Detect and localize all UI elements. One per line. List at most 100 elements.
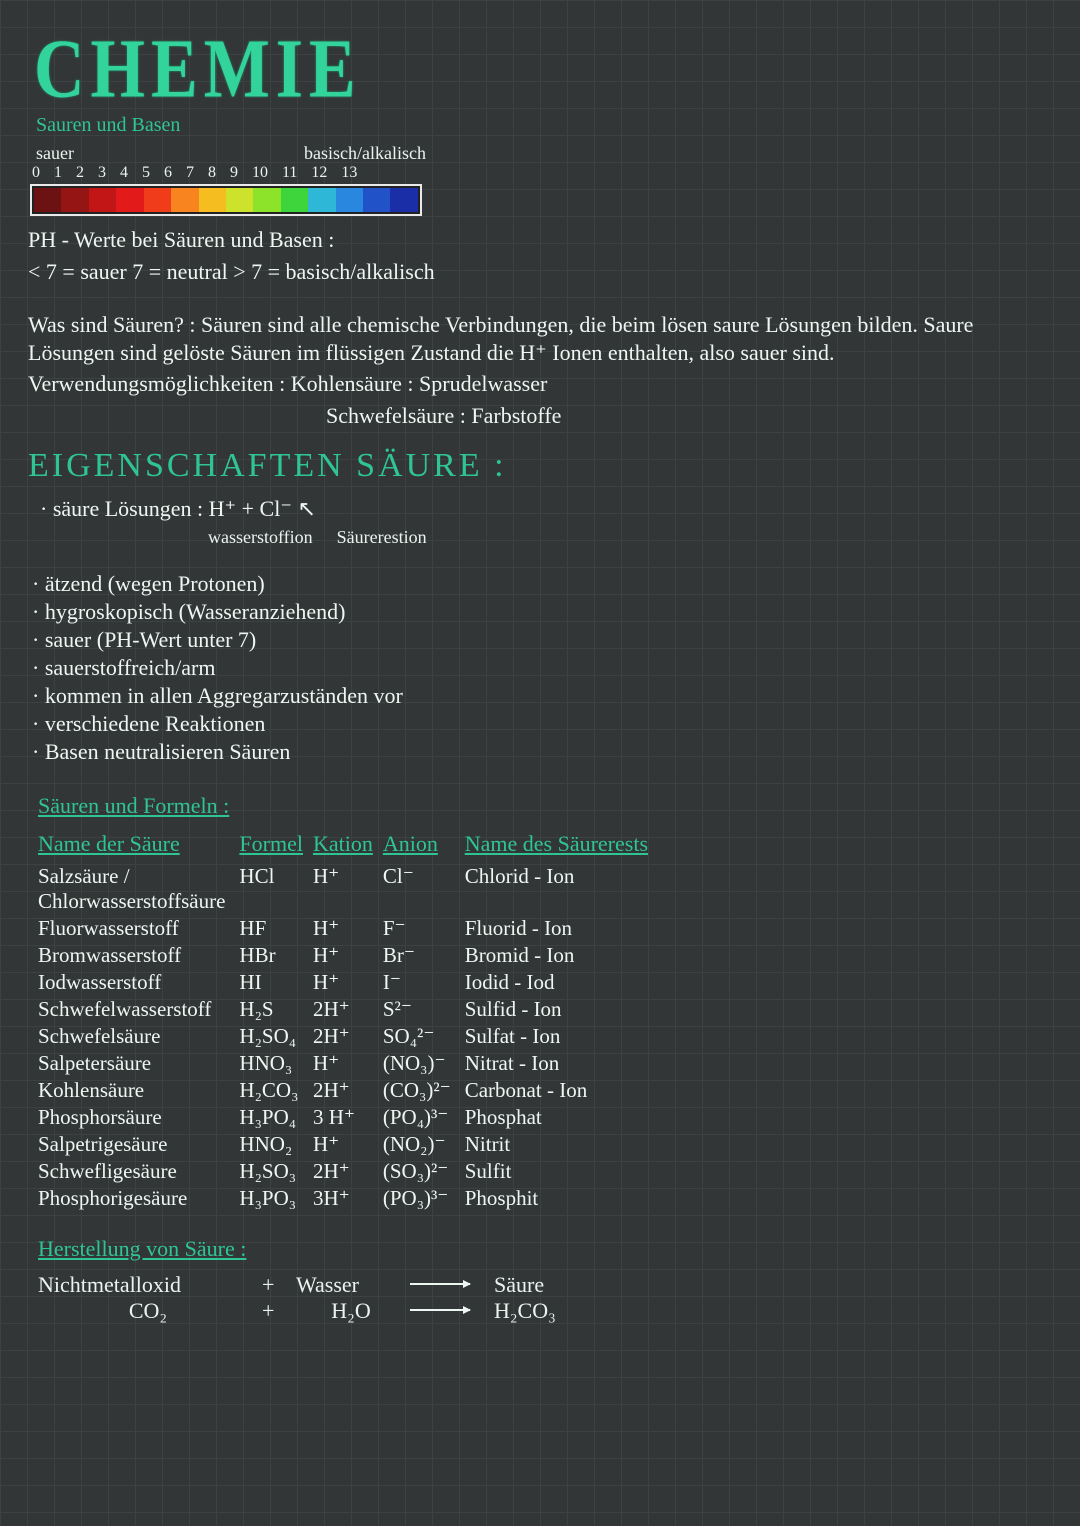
ph-swatch bbox=[390, 188, 417, 212]
table-cell: H⁺ bbox=[313, 942, 383, 969]
ph-swatch bbox=[281, 188, 308, 212]
table-cell: Schwefelsäure bbox=[38, 1023, 239, 1050]
table-cell: I⁻ bbox=[383, 969, 465, 996]
ph-swatch bbox=[308, 188, 335, 212]
table-cell: SO₄²⁻ bbox=[383, 1023, 465, 1050]
table-cell: H₃PO₃ bbox=[239, 1185, 313, 1212]
table-cell: Phosphit bbox=[465, 1185, 658, 1212]
table-row: SchwefligesäureH₂SO₃2H⁺(SO₃)²⁻Sulfit bbox=[38, 1158, 658, 1185]
equation-general: Nichtmetalloxid + Wasser Säure bbox=[38, 1272, 1052, 1298]
ph-tick: 6 bbox=[164, 164, 172, 182]
table-cell: Phosphorigesäure bbox=[38, 1185, 239, 1212]
table-cell: (NO₂)⁻ bbox=[383, 1131, 465, 1158]
ph-tick: 11 bbox=[282, 164, 297, 182]
ph-swatch bbox=[34, 188, 61, 212]
usage-line-2: Schwefelsäure : Farbstoffe bbox=[326, 402, 1052, 430]
table-header: Name des Säurerests bbox=[465, 829, 658, 863]
table-cell: H⁺ bbox=[313, 863, 383, 915]
table-cell: (SO₃)²⁻ bbox=[383, 1158, 465, 1185]
property-item: kommen in allen Aggregarzuständen vor bbox=[32, 682, 1048, 710]
table-cell: H₃PO₄ bbox=[239, 1104, 313, 1131]
ph-tick: 8 bbox=[208, 164, 216, 182]
ph-swatch bbox=[226, 188, 253, 212]
table-cell: Phosphorsäure bbox=[38, 1104, 239, 1131]
table-cell: (CO₃)²⁻ bbox=[383, 1077, 465, 1104]
table-row: PhosphorsäureH₃PO₄3 H⁺(PO₄)³⁻Phosphat bbox=[38, 1104, 658, 1131]
acids-table: Name der SäureFormelKationAnionName des … bbox=[38, 829, 658, 1212]
table-cell: 2H⁺ bbox=[313, 1023, 383, 1050]
table-cell: Cl⁻ bbox=[383, 863, 465, 915]
table-cell: HNO₂ bbox=[239, 1131, 313, 1158]
ph-swatch bbox=[336, 188, 363, 212]
table-header: Kation bbox=[313, 829, 383, 863]
ph-scale-labels: sauer basisch/alkalisch bbox=[36, 143, 426, 164]
table-row: Salzsäure /ChlorwasserstoffsäureHClH⁺Cl⁻… bbox=[38, 863, 658, 915]
table-cell: (PO₄)³⁻ bbox=[383, 1104, 465, 1131]
ph-values-heading: PH - Werte bei Säuren und Basen : bbox=[28, 226, 1052, 254]
table-row: SalpetrigesäureHNO₂H⁺(NO₂)⁻Nitrit bbox=[38, 1131, 658, 1158]
ph-tick: 5 bbox=[142, 164, 150, 182]
ph-tick: 9 bbox=[230, 164, 238, 182]
table-header-row: Name der SäureFormelKationAnionName des … bbox=[38, 829, 658, 863]
ph-tick: 2 bbox=[76, 164, 84, 182]
table-cell: 3H⁺ bbox=[313, 1185, 383, 1212]
table-cell: Nitrat - Ion bbox=[465, 1050, 658, 1077]
property-item: hygroskopisch (Wasseranziehend) bbox=[32, 598, 1048, 626]
table-cell: (PO₃)³⁻ bbox=[383, 1185, 465, 1212]
property-item: sauer (PH-Wert unter 7) bbox=[32, 626, 1048, 654]
table-cell: S²⁻ bbox=[383, 996, 465, 1023]
table-cell: Carbonat - Ion bbox=[465, 1077, 658, 1104]
table-cell: Salpetersäure bbox=[38, 1050, 239, 1077]
ph-swatch bbox=[253, 188, 280, 212]
page-title: CHEMIE bbox=[34, 22, 1052, 118]
what-title: Was sind Säuren? : bbox=[28, 312, 195, 337]
table-row: BromwasserstoffHBrH⁺Br⁻Bromid - Ion bbox=[38, 942, 658, 969]
table-cell: Br⁻ bbox=[383, 942, 465, 969]
table-cell: Sulfat - Ion bbox=[465, 1023, 658, 1050]
table-cell: Bromwasserstoff bbox=[38, 942, 239, 969]
what-are-acids: Was sind Säuren? : Säuren sind alle chem… bbox=[28, 311, 1052, 366]
table-cell: Salpetrigesäure bbox=[38, 1131, 239, 1158]
ph-tick: 3 bbox=[98, 164, 106, 182]
ph-tick: 13 bbox=[341, 164, 357, 182]
table-cell: HCl bbox=[239, 863, 313, 915]
ph-label-left: sauer bbox=[36, 143, 74, 164]
ph-tick: 1 bbox=[54, 164, 62, 182]
table-cell: Phosphat bbox=[465, 1104, 658, 1131]
table-cell: Schwefelwasserstoff bbox=[38, 996, 239, 1023]
table-cell: Sulfid - Ion bbox=[465, 996, 658, 1023]
table-header: Name der Säure bbox=[38, 829, 239, 863]
ph-swatch bbox=[116, 188, 143, 212]
table-cell: H₂S bbox=[239, 996, 313, 1023]
property-item: Basen neutralisieren Säuren bbox=[32, 738, 1048, 766]
table-cell: H₂SO₄ bbox=[239, 1023, 313, 1050]
table-row: SchwefelwasserstoffH₂S2H⁺S²⁻Sulfid - Ion bbox=[38, 996, 658, 1023]
acids-table-heading: Säuren und Formeln : bbox=[38, 793, 229, 819]
annotation-saeurerestion: Säurerestion bbox=[337, 527, 427, 548]
ion-annotations: wasserstoffion Säurerestion bbox=[208, 527, 1052, 548]
table-cell: HBr bbox=[239, 942, 313, 969]
annotation-wasserstoffion: wasserstoffion bbox=[208, 527, 313, 548]
property-item: ätzend (wegen Protonen) bbox=[32, 570, 1048, 598]
table-header: Anion bbox=[383, 829, 465, 863]
arrow-icon bbox=[410, 1283, 470, 1286]
ph-swatch bbox=[61, 188, 88, 212]
table-cell: Kohlensäure bbox=[38, 1077, 239, 1104]
ph-swatch bbox=[144, 188, 171, 212]
notes-page: CHEMIE Sauren und Basen sauer basisch/al… bbox=[0, 0, 1080, 1526]
table-cell: 2H⁺ bbox=[313, 1158, 383, 1185]
table-cell: 2H⁺ bbox=[313, 1077, 383, 1104]
properties-list: ätzend (wegen Protonen)hygroskopisch (Wa… bbox=[32, 570, 1048, 767]
table-row: SalpetersäureHNO₃H⁺(NO₃)⁻Nitrat - Ion bbox=[38, 1050, 658, 1077]
property-item: sauerstoffreich/arm bbox=[32, 654, 1048, 682]
table-cell: H⁺ bbox=[313, 915, 383, 942]
ph-tick: 7 bbox=[186, 164, 194, 182]
table-cell: H⁺ bbox=[313, 1131, 383, 1158]
table-cell: Iodid - Iod bbox=[465, 969, 658, 996]
production-heading: Herstellung von Säure : bbox=[38, 1236, 246, 1262]
table-row: IodwasserstoffHIH⁺I⁻Iodid - Iod bbox=[38, 969, 658, 996]
table-cell: H₂SO₃ bbox=[239, 1158, 313, 1185]
ph-ticks: 012345678910111213 bbox=[32, 164, 1052, 182]
ph-swatch bbox=[171, 188, 198, 212]
table-cell: (NO₃)⁻ bbox=[383, 1050, 465, 1077]
